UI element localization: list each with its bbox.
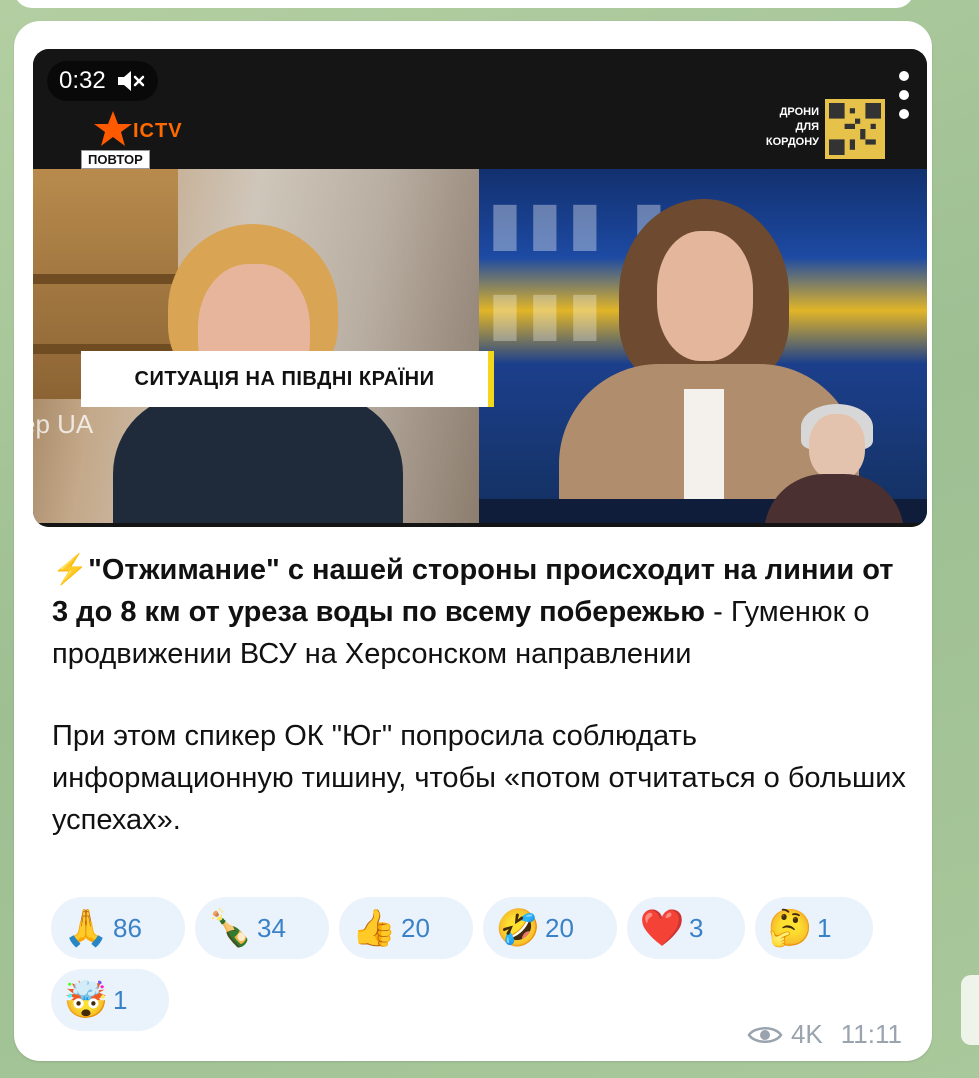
reaction-count: 20 xyxy=(545,912,574,943)
anchor-face xyxy=(657,231,753,361)
qr-code-icon xyxy=(829,103,881,155)
message-text: ⚡"Отжимание" с нашей стороны происходит … xyxy=(52,549,912,841)
channel-logo: ICTV xyxy=(133,120,183,142)
pray-icon: 🙏 xyxy=(63,907,109,948)
reaction-thumbs-up[interactable]: 👍 20 xyxy=(339,897,473,959)
dot xyxy=(899,109,909,119)
mind-blown-icon: 🤯 xyxy=(63,979,109,1020)
more-vertical-icon[interactable] xyxy=(899,71,909,119)
speaker-muted-icon[interactable] xyxy=(116,69,146,93)
dot xyxy=(899,90,909,100)
video-watermark: ер UA xyxy=(33,409,94,439)
thumbs-up-icon: 👍 xyxy=(351,907,397,948)
view-count: 4K xyxy=(790,1019,823,1049)
reaction-mind-blown[interactable]: 🤯 1 xyxy=(51,969,169,1031)
reaction-count: 1 xyxy=(113,984,128,1015)
reaction-thinking[interactable]: 🤔 1 xyxy=(755,897,873,959)
video-left-panel: ер UA xyxy=(33,169,479,527)
champagne-icon: 🍾 xyxy=(207,907,253,948)
message-bubble: ер UA ▮▮▮ ▮▮ ▮▮▮ ▮▮▮ СИТУАЦІЯ НА ПІВДНІ … xyxy=(14,21,932,1061)
eye-icon xyxy=(747,1026,783,1043)
reaction-heart[interactable]: ❤️ 3 xyxy=(627,897,745,959)
reaction-count: 1 xyxy=(817,912,832,943)
qr-code xyxy=(825,99,885,159)
reaction-count: 20 xyxy=(401,912,430,943)
lower-third-accent xyxy=(488,351,494,407)
lightning-icon: ⚡ xyxy=(52,554,89,586)
reaction-rofl[interactable]: 🤣 20 xyxy=(483,897,617,959)
message-paragraph-2: При этом спикер ОК "Юг" попросила соблюд… xyxy=(52,720,906,836)
reaction-count: 86 xyxy=(113,912,142,943)
message-paragraph-1: ⚡"Отжимание" с нашей стороны происходит … xyxy=(52,549,912,675)
anchor-shirt xyxy=(684,389,724,499)
reaction-champagne[interactable]: 🍾 34 xyxy=(195,897,329,959)
video-bottom-bar xyxy=(33,523,927,527)
replay-badge: ПОВТОР xyxy=(81,150,150,169)
adjacent-element-edge xyxy=(961,975,979,1045)
thinking-icon: 🤔 xyxy=(767,907,813,948)
reaction-count: 3 xyxy=(689,912,704,943)
lower-third-caption: СИТУАЦІЯ НА ПІВДНІ КРАЇНИ xyxy=(81,351,488,407)
dot xyxy=(899,71,909,81)
message-time: 11:11 xyxy=(840,1019,902,1049)
rofl-icon: 🤣 xyxy=(495,907,541,948)
sign-interpreter-face xyxy=(809,414,865,480)
promo-line: ДРОНИ xyxy=(779,106,819,118)
heart-icon: ❤️ xyxy=(639,907,685,948)
promo-line: ДЛЯ xyxy=(795,121,819,133)
video-player[interactable]: ер UA ▮▮▮ ▮▮ ▮▮▮ ▮▮▮ СИТУАЦІЯ НА ПІВДНІ … xyxy=(33,49,927,527)
promo-text: ДРОНИ ДЛЯ КОРДОНУ xyxy=(739,105,819,150)
previous-message-bubble xyxy=(14,0,914,8)
video-right-panel: ▮▮▮ ▮▮ ▮▮▮ ▮▮▮ xyxy=(479,169,927,523)
reactions-bar: 🙏 86 🍾 34 👍 20 🤣 20 ❤️ 3 🤔 1 🤯 1 xyxy=(51,897,931,1031)
speaker-body xyxy=(113,394,403,527)
video-duration-pill[interactable]: 0:32 xyxy=(47,61,158,101)
video-duration: 0:32 xyxy=(59,67,106,94)
lower-third-text: СИТУАЦІЯ НА ПІВДНІ КРАЇНИ xyxy=(134,367,435,390)
reaction-count: 34 xyxy=(257,912,286,943)
reaction-pray[interactable]: 🙏 86 xyxy=(51,897,185,959)
promo-line: КОРДОНУ xyxy=(765,136,819,148)
shelf-board xyxy=(33,274,178,284)
message-meta: 4K 11:11 xyxy=(747,1019,902,1050)
